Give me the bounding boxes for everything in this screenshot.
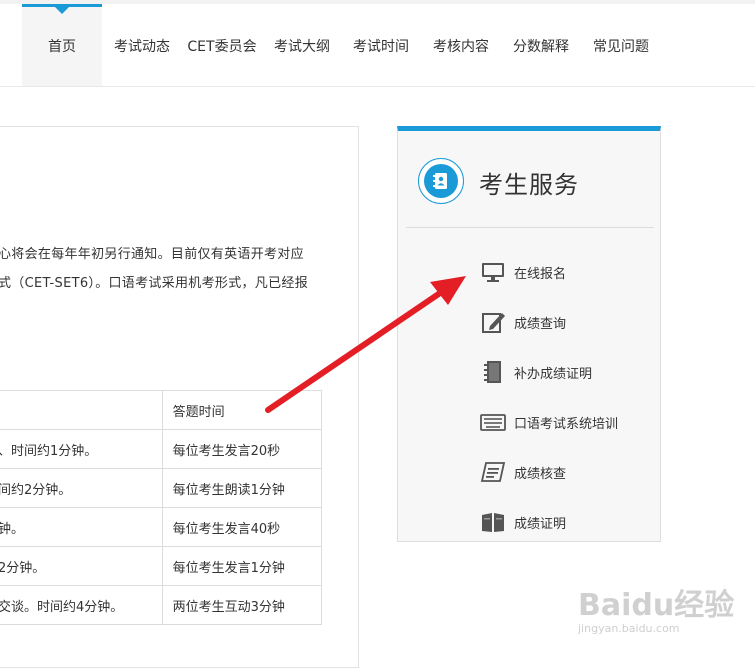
watermark-url: jingyan.baidu.com <box>578 622 680 635</box>
baidu-jingyan-watermark: Baidu经验 jingyan.baidu.com <box>578 580 748 640</box>
watermark-brand: Baidu经验 <box>578 588 735 623</box>
red-arrow-annotation <box>265 276 466 413</box>
